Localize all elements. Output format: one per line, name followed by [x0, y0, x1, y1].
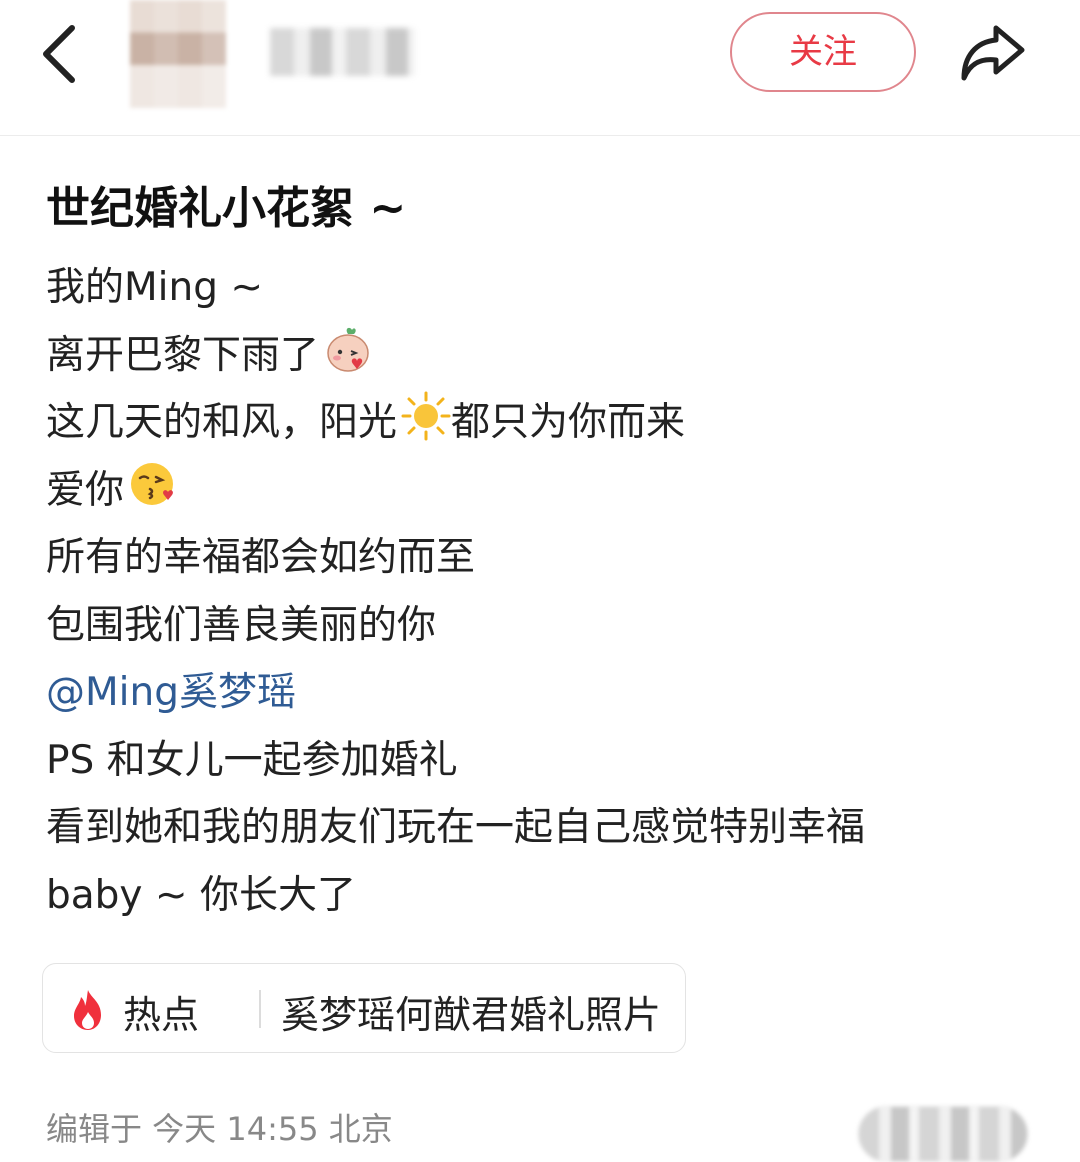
- top-bar: 关注: [0, 0, 1080, 136]
- post-line: @Ming奚梦瑶: [46, 659, 1056, 727]
- divider: [259, 990, 261, 1028]
- username-blurred[interactable]: [270, 28, 415, 76]
- post-line: 这几天的和风，阳光 都只为你而来: [46, 389, 1056, 457]
- follow-button[interactable]: 关注: [730, 12, 916, 92]
- post-line: 所有的幸福都会如约而至: [46, 535, 476, 580]
- post-line: 包围我们善良美丽的你: [46, 602, 437, 648]
- blurred-button[interactable]: [858, 1106, 1028, 1162]
- hot-topic-card[interactable]: 热点 奚梦瑶何猷君婚礼照片: [42, 963, 686, 1053]
- peach-blush-emoji: [327, 327, 369, 372]
- avatar[interactable]: [130, 0, 226, 108]
- post-title: 世纪婚礼小花絮 ~: [46, 183, 407, 234]
- post-line: baby ~ 你长大了: [46, 872, 356, 918]
- hot-label: 热点: [123, 993, 200, 1037]
- hot-topic-text: 奚梦瑶何猷君婚礼照片: [281, 993, 662, 1037]
- post-line: 离开巴黎下雨了: [46, 322, 1056, 390]
- share-arrow-icon[interactable]: [956, 18, 1030, 86]
- kiss-emoji: [131, 462, 174, 505]
- post-body: 我的Ming ~ 离开巴黎下雨了 这几天的和风，阳光 都只为你而来 爱你 所有的…: [46, 254, 1056, 929]
- post-line: PS 和女儿一起参加婚礼: [46, 737, 458, 783]
- mention-link[interactable]: @Ming奚梦瑶: [46, 670, 296, 715]
- post-line: 我的Ming ~: [46, 265, 264, 310]
- edit-info: 编辑于 今天 14:55 北京: [46, 1110, 393, 1148]
- fire-icon: [74, 990, 101, 1030]
- chevron-left-icon[interactable]: [28, 14, 98, 94]
- post-line: 看到她和我的朋友们玩在一起自己感觉特别幸福: [46, 805, 866, 850]
- sun-emoji: [401, 391, 451, 441]
- post-line: 爱你: [46, 457, 1056, 525]
